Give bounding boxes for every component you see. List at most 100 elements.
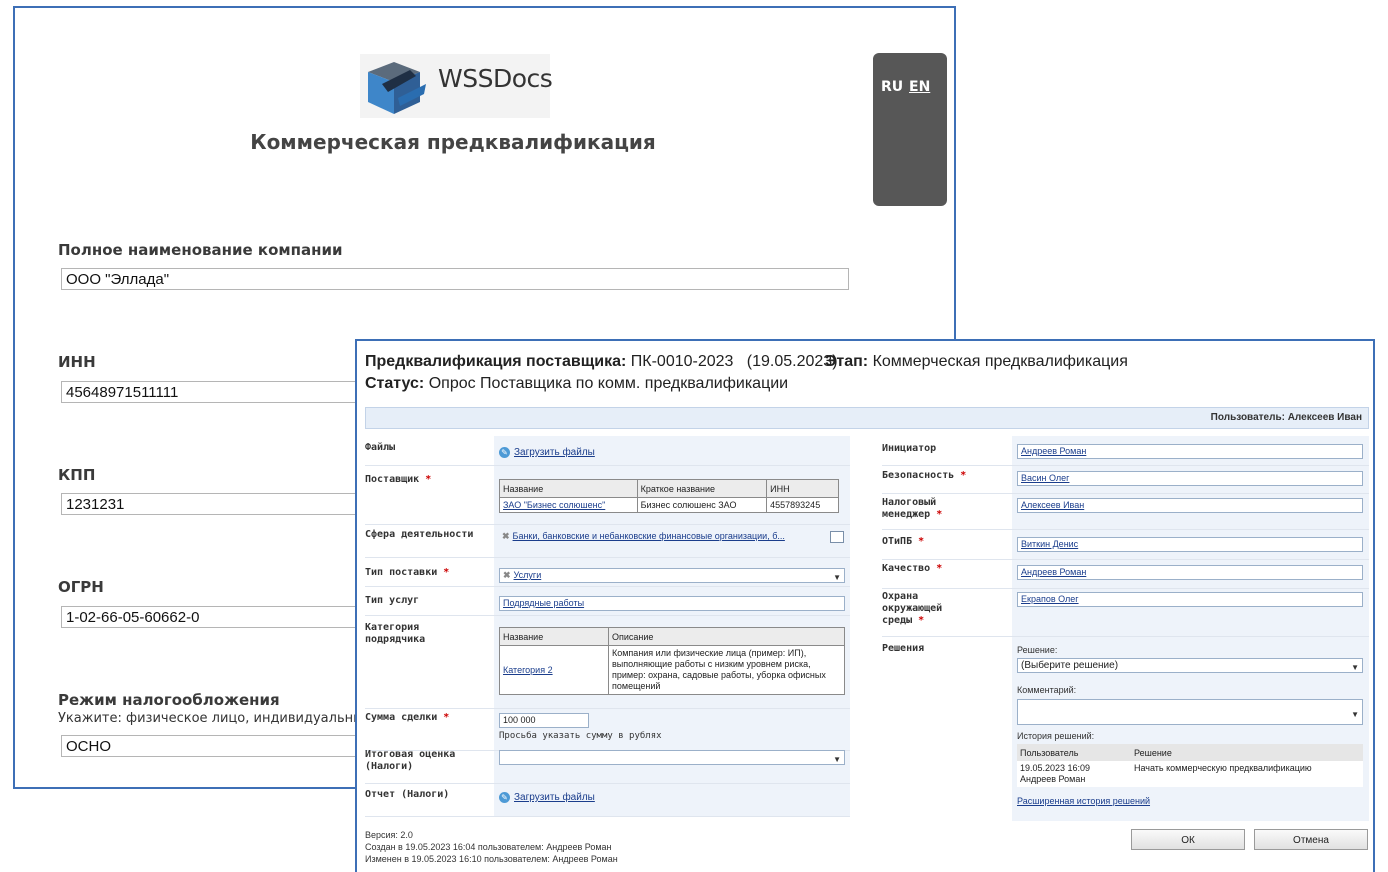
tax-regime-hint: Укажите: физическое лицо, индивидуальны — [58, 711, 364, 726]
created-text: Создан в 19.05.2023 16:04 пользователем:… — [365, 842, 612, 852]
tax-regime-label: Режим налогообложения — [58, 691, 280, 709]
chevron-down-icon: ▼ — [833, 755, 841, 764]
files-label: Файлы — [365, 442, 396, 453]
sphere-label: Сфера деятельности — [365, 529, 474, 540]
decision-select[interactable]: (Выберите решение) ▼ — [1017, 658, 1363, 673]
amount-hint: Просьба указать сумму в рублях — [499, 731, 662, 741]
category-col-desc: Описание — [608, 627, 845, 646]
kpp-label: КПП — [58, 466, 96, 484]
chevron-down-icon: ▼ — [833, 573, 841, 582]
upload-icon: ✎ — [499, 792, 510, 803]
chevron-down-icon: ▼ — [1351, 663, 1359, 672]
security-link[interactable]: Васин Олег — [1021, 473, 1069, 483]
otipb-field[interactable]: Виткин Денис — [1017, 537, 1363, 552]
remove-icon[interactable]: ✖ — [502, 531, 510, 541]
otipb-link[interactable]: Виткин Денис — [1021, 539, 1078, 549]
upload-files-action[interactable]: ✎ Загрузить файлы — [499, 447, 595, 458]
supplier-col-inn: ИНН — [766, 479, 839, 498]
category-description: Компания или физические лица (пример: ИП… — [608, 645, 845, 695]
kpp-input[interactable]: 1231231 — [61, 493, 381, 515]
tax-manager-link[interactable]: Алексеев Иван — [1021, 500, 1084, 510]
status-info: Статус: Опрос Поставщика по комм. предкв… — [365, 375, 788, 393]
ogrn-input[interactable]: 1-02-66-05-60662-0 — [61, 606, 381, 628]
table-row: 19.05.2023 16:09 Андреев Роман Начать ко… — [1017, 761, 1363, 787]
ogrn-label: ОГРН — [58, 578, 104, 596]
stage-info: Этап: Коммерческая предквалификация — [825, 353, 1128, 371]
supplier-col-short: Краткое название — [636, 479, 768, 498]
card-title-value: ПК-0010-2023 (19.05.2023) — [630, 353, 838, 370]
otipb-label: ОТиПБ * — [882, 536, 925, 547]
extended-history-link[interactable]: Расширенная история решений — [1017, 796, 1150, 806]
wssdocs-logo: WSSDocs — [360, 54, 553, 118]
comment-input[interactable]: ▼ — [1017, 699, 1363, 725]
history-caption: История решений: — [1017, 731, 1095, 741]
initiator-link[interactable]: Андреев Роман — [1021, 446, 1086, 456]
quality-link[interactable]: Андреев Роман — [1021, 567, 1086, 577]
supplier-short-name: Бизнес солюшенс ЗАО — [636, 497, 768, 513]
current-user: Пользователь: Алексеев Иван — [1210, 412, 1362, 423]
service-type-field[interactable]: Подрядные работы — [499, 596, 845, 611]
chevron-down-icon: ▼ — [1351, 710, 1359, 719]
ok-button[interactable]: ОК — [1131, 829, 1245, 850]
page-title: Коммерческая предквалификация — [250, 130, 656, 154]
inn-label: ИНН — [58, 353, 96, 371]
lookup-book-icon[interactable] — [830, 531, 844, 543]
category-link[interactable]: Категория 2 — [503, 665, 553, 675]
cancel-button[interactable]: Отмена — [1254, 829, 1368, 850]
sphere-field[interactable]: ✖ Банки, банковские и небанковские финанс… — [499, 530, 845, 545]
amount-label: Сумма сделки * — [365, 712, 450, 723]
supplier-prequalification-card: Предквалификация поставщика: ПК-0010-202… — [355, 339, 1375, 872]
supply-type-select[interactable]: ✖ Услуги ▼ — [499, 568, 845, 583]
supplier-link[interactable]: ЗАО "Бизнес солюшенс" — [503, 500, 605, 510]
table-row: ЗАО "Бизнес солюшенс" Бизнес солюшенс ЗА… — [499, 497, 839, 513]
lang-en-link[interactable]: EN — [909, 79, 930, 95]
tax-manager-field[interactable]: Алексеев Иван — [1017, 498, 1363, 513]
language-switcher: RU EN — [873, 53, 947, 206]
card-footer: Версия: 2.0 Создан в 19.05.2023 16:04 по… — [365, 829, 618, 865]
decision-caption: Решение: — [1017, 645, 1058, 655]
category-col-name: Название — [499, 627, 609, 646]
security-label: Безопасность * — [882, 470, 967, 481]
inn-input[interactable]: 45648971511111 — [61, 381, 381, 403]
supply-type-link[interactable]: Услуги — [514, 570, 542, 580]
user-bar: Пользователь: Алексеев Иван — [365, 407, 1369, 429]
sphere-link[interactable]: Банки, банковские и небанковские финансо… — [513, 531, 785, 541]
security-field[interactable]: Васин Олег — [1017, 471, 1363, 486]
lang-ru-link[interactable]: RU — [881, 79, 903, 95]
supplier-col-name: Название — [499, 479, 638, 498]
category-table: Название Описание Категория 2 Компания и… — [499, 627, 845, 695]
supplier-label: Поставщик * — [365, 474, 432, 485]
stage-label: Этап: — [825, 353, 869, 370]
status-label: Статус: — [365, 375, 425, 392]
status-value: Опрос Поставщика по комм. предквалификац… — [428, 375, 789, 392]
history-user: 19.05.2023 16:09 Андреев Роман — [1020, 763, 1091, 784]
environment-link[interactable]: Екрапов Олег — [1021, 594, 1079, 604]
remove-icon[interactable]: ✖ — [503, 570, 511, 580]
upload-report-action[interactable]: ✎ Загрузить файлы — [499, 792, 595, 803]
tax-regime-input[interactable]: ОСНО — [61, 735, 381, 757]
final-score-label: Итоговая оценка (Налоги) — [365, 749, 456, 772]
final-score-select[interactable]: ▼ — [499, 750, 845, 765]
decisions-label: Решения — [882, 643, 925, 654]
upload-icon: ✎ — [499, 447, 510, 458]
report-label: Отчет (Налоги) — [365, 789, 450, 800]
quality-label: Качество * — [882, 563, 943, 574]
initiator-label: Инициатор — [882, 443, 937, 454]
service-type-link[interactable]: Подрядные работы — [503, 598, 584, 608]
upload-files-link[interactable]: Загрузить файлы — [514, 447, 595, 458]
version-text: Версия: 2.0 — [365, 830, 413, 840]
environment-field[interactable]: Екрапов Олег — [1017, 592, 1363, 607]
supplier-table: Название Краткое название ИНН ЗАО "Бизне… — [499, 479, 839, 513]
logo-text: WSSDocs — [438, 64, 553, 93]
cube-logo-icon — [368, 62, 426, 114]
company-name-input[interactable]: ООО "Эллада" — [61, 268, 849, 290]
quality-field[interactable]: Андреев Роман — [1017, 565, 1363, 580]
modified-text: Изменен в 19.05.2023 16:10 пользователем… — [365, 854, 618, 864]
history-link-wrap: Расширенная история решений — [1017, 796, 1150, 806]
upload-report-link[interactable]: Загрузить файлы — [514, 792, 595, 803]
amount-input[interactable]: 100 000 — [499, 713, 589, 728]
initiator-field[interactable]: Андреев Роман — [1017, 444, 1363, 459]
stage-value: Коммерческая предквалификация — [872, 353, 1128, 370]
category-label: Категория подрядчика — [365, 622, 426, 645]
company-name-label: Полное наименование компании — [58, 241, 343, 259]
